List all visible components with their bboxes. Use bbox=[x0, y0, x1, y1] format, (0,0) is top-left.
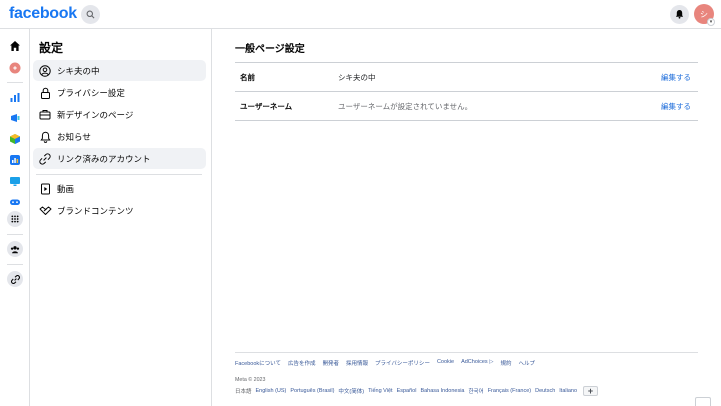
footer-divider bbox=[235, 352, 698, 353]
edit-name-link[interactable]: 編集する bbox=[660, 72, 698, 83]
lock-icon bbox=[38, 86, 52, 100]
language-link[interactable]: 한국어 bbox=[469, 387, 484, 395]
search-icon bbox=[86, 6, 95, 24]
handshake-icon bbox=[38, 204, 52, 218]
settings-nav-label: お知らせ bbox=[57, 131, 91, 142]
footer-link[interactable]: Facebookについて bbox=[235, 359, 281, 367]
rail-divider bbox=[7, 82, 23, 83]
bell-icon bbox=[675, 6, 684, 24]
settings-title: 設定 bbox=[39, 41, 64, 55]
language-link[interactable]: Português (Brasil) bbox=[290, 388, 334, 394]
insights-icon[interactable] bbox=[8, 90, 22, 104]
settings-nav-item-notifications[interactable]: お知らせ bbox=[33, 126, 206, 147]
avatar-initial: シ bbox=[700, 9, 708, 19]
language-list: 日本語 English (US) Português (Brasil) 中文(简… bbox=[235, 386, 599, 396]
notifications-button[interactable] bbox=[670, 5, 689, 24]
settings-sidebar: 設定 シキ夫の中 プライバシー設定 新デザインのページ お知らせ リンク済みのア… bbox=[30, 29, 212, 406]
page-title: 一般ページ設定 bbox=[235, 44, 305, 55]
search-button[interactable] bbox=[81, 5, 100, 24]
monitor-icon[interactable] bbox=[8, 174, 22, 188]
settings-divider bbox=[36, 174, 202, 175]
footer-link[interactable]: 採用情報 bbox=[346, 359, 368, 367]
analytics-icon[interactable] bbox=[8, 153, 22, 167]
footer-link[interactable]: 規約 bbox=[500, 359, 511, 367]
settings-nav-label: リンク済みのアカウント bbox=[57, 153, 151, 164]
link-icon bbox=[38, 152, 52, 166]
settings-nav-item-privacy[interactable]: プライバシー設定 bbox=[33, 82, 206, 103]
copyright: Meta © 2023 bbox=[235, 377, 266, 383]
groups-icon[interactable] bbox=[7, 241, 23, 257]
ads-icon[interactable] bbox=[8, 111, 22, 125]
settings-nav-label: ブランドコンテンツ bbox=[57, 205, 134, 216]
top-navigation-bar: facebook シ ▾ bbox=[0, 0, 721, 29]
main-content: 一般ページ設定 名前 シキ夫の中 編集する ユーザーネーム ユーザーネームが設定… bbox=[212, 29, 721, 406]
settings-row-username: ユーザーネーム ユーザーネームが設定されていません。 編集する bbox=[235, 92, 698, 121]
bell-outline-icon bbox=[38, 130, 52, 144]
briefcase-icon bbox=[38, 108, 52, 122]
footer-link-label: AdChoices bbox=[461, 359, 488, 365]
profile-icon[interactable] bbox=[8, 61, 22, 75]
footer-link[interactable]: Cookie bbox=[437, 359, 454, 367]
language-link[interactable]: 中文(简体) bbox=[338, 387, 364, 395]
all-tools-grid-icon[interactable] bbox=[7, 211, 23, 227]
rail-divider bbox=[7, 234, 23, 235]
user-circle-icon bbox=[38, 64, 52, 78]
language-link[interactable]: Français (France) bbox=[488, 388, 531, 394]
settings-nav-item-profile[interactable]: シキ夫の中 bbox=[33, 60, 206, 81]
settings-nav-item-new-page-design[interactable]: 新デザインのページ bbox=[33, 104, 206, 125]
chevron-down-icon[interactable]: ▾ bbox=[707, 18, 715, 26]
language-link[interactable]: English (US) bbox=[256, 388, 287, 394]
scroll-handle[interactable] bbox=[695, 397, 711, 406]
row-label: ユーザーネーム bbox=[240, 101, 293, 111]
footer-link-adchoices[interactable]: AdChoices ▷ bbox=[461, 359, 493, 367]
language-link[interactable]: Tiếng Việt bbox=[368, 388, 392, 394]
footer-links: Facebookについて 広告を作成 開発者 採用情報 プライバシーポリシー C… bbox=[235, 359, 535, 367]
settings-nav-label: プライバシー設定 bbox=[57, 87, 125, 98]
facebook-logo[interactable]: facebook bbox=[9, 5, 77, 23]
language-link[interactable]: Bahasa Indonesia bbox=[420, 388, 464, 394]
current-language: 日本語 bbox=[235, 389, 252, 395]
game-controller-icon[interactable] bbox=[8, 195, 22, 209]
language-link[interactable]: Deutsch bbox=[535, 388, 555, 394]
rail-divider bbox=[7, 264, 23, 265]
link-icon[interactable] bbox=[7, 271, 23, 287]
row-label: 名前 bbox=[240, 72, 255, 82]
settings-nav-label: 新デザインのページ bbox=[57, 109, 134, 120]
video-icon bbox=[38, 182, 52, 196]
settings-nav-item-linked-accounts[interactable]: リンク済みのアカウント bbox=[33, 148, 206, 169]
settings-row-name: 名前 シキ夫の中 編集する bbox=[235, 63, 698, 92]
row-value: ユーザーネームが設定されていません。 bbox=[338, 101, 473, 111]
settings-nav-label: 動画 bbox=[57, 183, 75, 194]
row-value: シキ夫の中 bbox=[338, 72, 376, 82]
settings-nav-item-branded-content[interactable]: ブランドコンテンツ bbox=[33, 200, 206, 221]
settings-nav-item-video[interactable]: 動画 bbox=[33, 178, 206, 199]
home-icon[interactable] bbox=[8, 39, 22, 53]
language-link[interactable]: Español bbox=[397, 388, 417, 394]
footer-link[interactable]: プライバシーポリシー bbox=[375, 359, 430, 367]
language-link[interactable]: Italiano bbox=[559, 388, 577, 394]
footer-link[interactable]: 広告を作成 bbox=[288, 359, 316, 367]
edit-username-link[interactable]: 編集する bbox=[660, 101, 698, 112]
general-settings-table: 名前 シキ夫の中 編集する ユーザーネーム ユーザーネームが設定されていません。… bbox=[235, 62, 698, 121]
left-tool-rail bbox=[0, 29, 30, 406]
meta-business-icon[interactable] bbox=[8, 132, 22, 146]
settings-nav-label: シキ夫の中 bbox=[57, 65, 100, 76]
footer-link[interactable]: ヘルプ bbox=[518, 359, 535, 367]
adchoices-icon: ▷ bbox=[489, 359, 494, 365]
footer-link[interactable]: 開発者 bbox=[323, 359, 340, 367]
add-language-button[interactable]: + bbox=[583, 386, 599, 396]
